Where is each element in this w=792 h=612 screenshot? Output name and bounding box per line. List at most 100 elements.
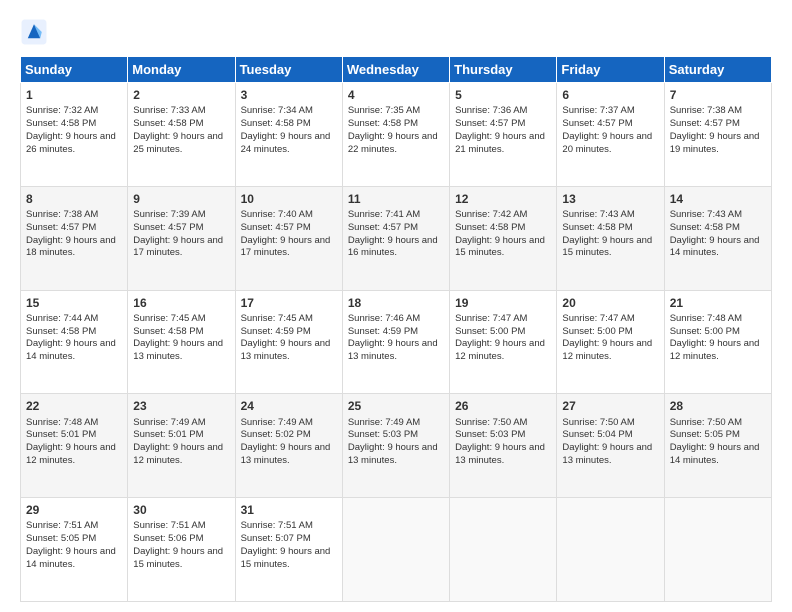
calendar-cell: 23Sunrise: 7:49 AMSunset: 5:01 PMDayligh… bbox=[128, 394, 235, 498]
sunrise-text: Sunrise: 7:42 AM bbox=[455, 209, 527, 220]
sunrise-text: Sunrise: 7:33 AM bbox=[133, 105, 205, 116]
sunset-text: Sunset: 4:58 PM bbox=[670, 222, 740, 233]
sunrise-text: Sunrise: 7:50 AM bbox=[455, 417, 527, 428]
sunrise-text: Sunrise: 7:38 AM bbox=[670, 105, 742, 116]
daylight-text: Daylight: 9 hours and 13 minutes. bbox=[348, 442, 438, 466]
calendar-cell: 30Sunrise: 7:51 AMSunset: 5:06 PMDayligh… bbox=[128, 498, 235, 602]
day-number: 27 bbox=[562, 398, 658, 414]
sunset-text: Sunset: 5:00 PM bbox=[562, 326, 632, 337]
day-number: 3 bbox=[241, 87, 337, 103]
sunset-text: Sunset: 4:58 PM bbox=[133, 326, 203, 337]
sunset-text: Sunset: 5:06 PM bbox=[133, 533, 203, 544]
daylight-text: Daylight: 9 hours and 13 minutes. bbox=[455, 442, 545, 466]
calendar-cell: 28Sunrise: 7:50 AMSunset: 5:05 PMDayligh… bbox=[664, 394, 771, 498]
calendar-cell: 13Sunrise: 7:43 AMSunset: 4:58 PMDayligh… bbox=[557, 186, 664, 290]
day-number: 24 bbox=[241, 398, 337, 414]
calendar-cell: 7Sunrise: 7:38 AMSunset: 4:57 PMDaylight… bbox=[664, 83, 771, 187]
day-number: 19 bbox=[455, 295, 551, 311]
week-row-1: 1Sunrise: 7:32 AMSunset: 4:58 PMDaylight… bbox=[21, 83, 772, 187]
col-header-friday: Friday bbox=[557, 57, 664, 83]
calendar-cell: 2Sunrise: 7:33 AMSunset: 4:58 PMDaylight… bbox=[128, 83, 235, 187]
col-header-saturday: Saturday bbox=[664, 57, 771, 83]
calendar-cell: 31Sunrise: 7:51 AMSunset: 5:07 PMDayligh… bbox=[235, 498, 342, 602]
sunset-text: Sunset: 4:58 PM bbox=[26, 326, 96, 337]
day-number: 6 bbox=[562, 87, 658, 103]
col-header-wednesday: Wednesday bbox=[342, 57, 449, 83]
day-number: 20 bbox=[562, 295, 658, 311]
week-row-5: 29 Sunrise: 7:51 AM Sunset: 5:05 PM Dayligh… bbox=[21, 498, 772, 602]
daylight-text: Daylight: 9 hours and 21 minutes. bbox=[455, 131, 545, 155]
sunset-text: Sunset: 4:57 PM bbox=[133, 222, 203, 233]
calendar-cell: 19Sunrise: 7:47 AMSunset: 5:00 PMDayligh… bbox=[450, 290, 557, 394]
day-number: 12 bbox=[455, 191, 551, 207]
day-number: 29 bbox=[26, 502, 122, 518]
sunset-text: Sunset: 4:58 PM bbox=[26, 118, 96, 129]
calendar-cell: 29 Sunrise: 7:51 AM Sunset: 5:05 PM Dayligh… bbox=[21, 498, 128, 602]
calendar-cell: 10Sunrise: 7:40 AMSunset: 4:57 PMDayligh… bbox=[235, 186, 342, 290]
sunset-text: Sunset: 5:04 PM bbox=[562, 429, 632, 440]
sunset-text: Sunset: 4:57 PM bbox=[670, 118, 740, 129]
sunrise-text: Sunrise: 7:50 AM bbox=[670, 417, 742, 428]
page-header bbox=[20, 18, 772, 46]
sunset-text: Sunset: 4:58 PM bbox=[562, 222, 632, 233]
sunset-text: Sunset: 4:57 PM bbox=[455, 118, 525, 129]
logo-icon bbox=[20, 18, 48, 46]
sunset-text: Sunset: 4:58 PM bbox=[241, 118, 311, 129]
sunrise-text: Sunrise: 7:40 AM bbox=[241, 209, 313, 220]
daylight-text: Daylight: 9 hours and 12 minutes. bbox=[133, 442, 223, 466]
sunrise-text: Sunrise: 7:48 AM bbox=[26, 417, 98, 428]
logo bbox=[20, 18, 54, 46]
day-number: 8 bbox=[26, 191, 122, 207]
calendar-cell: 6Sunrise: 7:37 AMSunset: 4:57 PMDaylight… bbox=[557, 83, 664, 187]
sunrise-text: Sunrise: 7:46 AM bbox=[348, 313, 420, 324]
sunrise-text: Sunrise: 7:47 AM bbox=[562, 313, 634, 324]
calendar-cell: 16Sunrise: 7:45 AMSunset: 4:58 PMDayligh… bbox=[128, 290, 235, 394]
sunrise-text: Sunrise: 7:51 AM bbox=[26, 520, 98, 531]
day-number: 16 bbox=[133, 295, 229, 311]
calendar-cell: 4Sunrise: 7:35 AMSunset: 4:58 PMDaylight… bbox=[342, 83, 449, 187]
sunrise-text: Sunrise: 7:39 AM bbox=[133, 209, 205, 220]
daylight-text: Daylight: 9 hours and 26 minutes. bbox=[26, 131, 116, 155]
sunset-text: Sunset: 4:59 PM bbox=[348, 326, 418, 337]
daylight-text: Daylight: 9 hours and 14 minutes. bbox=[26, 546, 116, 570]
sunrise-text: Sunrise: 7:38 AM bbox=[26, 209, 98, 220]
daylight-text: Daylight: 9 hours and 12 minutes. bbox=[562, 338, 652, 362]
day-number: 28 bbox=[670, 398, 766, 414]
sunrise-text: Sunrise: 7:51 AM bbox=[241, 520, 313, 531]
day-number: 11 bbox=[348, 191, 444, 207]
daylight-text: Daylight: 9 hours and 24 minutes. bbox=[241, 131, 331, 155]
day-number: 26 bbox=[455, 398, 551, 414]
day-number: 22 bbox=[26, 398, 122, 414]
sunrise-text: Sunrise: 7:49 AM bbox=[348, 417, 420, 428]
daylight-text: Daylight: 9 hours and 19 minutes. bbox=[670, 131, 760, 155]
sunrise-text: Sunrise: 7:47 AM bbox=[455, 313, 527, 324]
sunset-text: Sunset: 5:03 PM bbox=[348, 429, 418, 440]
sunset-text: Sunset: 4:58 PM bbox=[133, 118, 203, 129]
day-number: 10 bbox=[241, 191, 337, 207]
daylight-text: Daylight: 9 hours and 13 minutes. bbox=[241, 338, 331, 362]
calendar-cell bbox=[450, 498, 557, 602]
daylight-text: Daylight: 9 hours and 15 minutes. bbox=[455, 235, 545, 259]
calendar-cell bbox=[557, 498, 664, 602]
col-header-thursday: Thursday bbox=[450, 57, 557, 83]
calendar-cell: 9Sunrise: 7:39 AMSunset: 4:57 PMDaylight… bbox=[128, 186, 235, 290]
week-row-3: 15Sunrise: 7:44 AMSunset: 4:58 PMDayligh… bbox=[21, 290, 772, 394]
day-number: 2 bbox=[133, 87, 229, 103]
daylight-text: Daylight: 9 hours and 13 minutes. bbox=[133, 338, 223, 362]
daylight-text: Daylight: 9 hours and 15 minutes. bbox=[133, 546, 223, 570]
sunset-text: Sunset: 5:03 PM bbox=[455, 429, 525, 440]
day-number: 15 bbox=[26, 295, 122, 311]
daylight-text: Daylight: 9 hours and 15 minutes. bbox=[241, 546, 331, 570]
calendar-cell: 20 Sunrise: 7:47 AM Sunset: 5:00 PMDayligh… bbox=[557, 290, 664, 394]
daylight-text: Daylight: 9 hours and 12 minutes. bbox=[26, 442, 116, 466]
daylight-text: Daylight: 9 hours and 14 minutes. bbox=[670, 235, 760, 259]
calendar-cell: 22Sunrise: 7:48 AMSunset: 5:01 PMDayligh… bbox=[21, 394, 128, 498]
calendar-cell: 21Sunrise: 7:48 AMSunset: 5:00 PMDayligh… bbox=[664, 290, 771, 394]
calendar-cell: 12Sunrise: 7:42 AMSunset: 4:58 PMDayligh… bbox=[450, 186, 557, 290]
sunset-text: Sunset: 4:57 PM bbox=[26, 222, 96, 233]
sunrise-text: Sunrise: 7:41 AM bbox=[348, 209, 420, 220]
calendar-cell: 5Sunrise: 7:36 AMSunset: 4:57 PMDaylight… bbox=[450, 83, 557, 187]
sunrise-text: Sunrise: 7:44 AM bbox=[26, 313, 98, 324]
sunset-text: Sunset: 5:05 PM bbox=[26, 533, 96, 544]
calendar-cell: 14Sunrise: 7:43 AMSunset: 4:58 PMDayligh… bbox=[664, 186, 771, 290]
